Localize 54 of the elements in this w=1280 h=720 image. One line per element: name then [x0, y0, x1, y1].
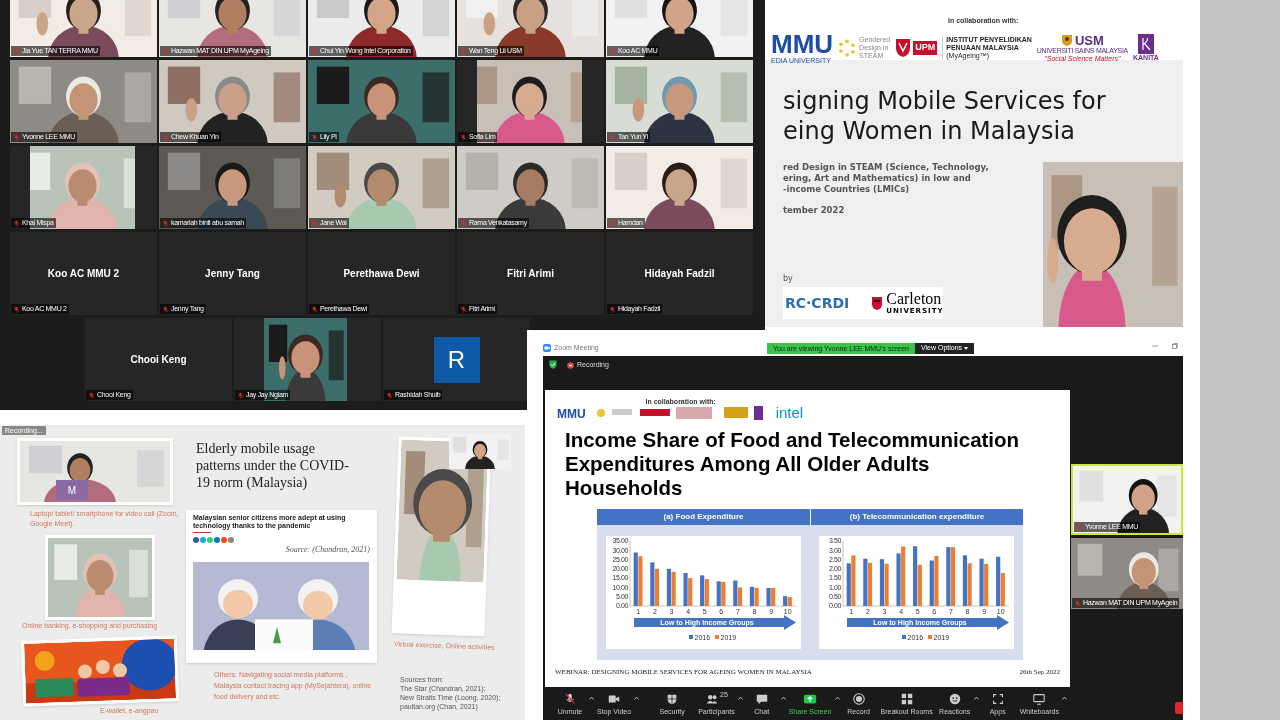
mic-off-icon [563, 691, 577, 706]
logo-text: Carleton [886, 291, 943, 307]
caret-icon[interactable] [589, 696, 594, 700]
slide-title: eing Women in Malaysia [783, 116, 1076, 146]
slide-subtitle: ering, Art and Mathematics) in low and [783, 173, 972, 184]
logo-text: MMU [557, 408, 586, 420]
caret-icon[interactable] [634, 696, 640, 700]
apps-icon [990, 691, 1005, 706]
participant-display-name: Fitri Arimi [507, 267, 554, 281]
avatar: M [56, 480, 88, 500]
by-label: by [783, 273, 794, 285]
logo-icon [838, 39, 857, 57]
legend-swatch [928, 635, 932, 639]
caret-icon[interactable] [737, 696, 743, 700]
slide-title: Income Share of Food and Telecommunication Expenditures Among All Older Adults Households [564, 427, 1021, 500]
logo-strip-icon [595, 406, 766, 420]
maximize-icon[interactable] [1172, 343, 1178, 349]
camera-logo-icon [543, 344, 551, 352]
slide-subtitle: -income Countries (LMICs) [783, 184, 911, 195]
logo-icon [1137, 34, 1154, 54]
panel-header: (a) Food Expenditure [662, 511, 745, 523]
logo-text: UPM [913, 41, 938, 55]
grid-icon [899, 691, 914, 706]
legend-swatch [715, 635, 719, 639]
caret-icon[interactable] [780, 696, 786, 700]
caret-icon [964, 347, 969, 350]
logo-text: MMU [771, 31, 834, 57]
caret-icon[interactable] [1061, 696, 1067, 700]
logo-text: RC·CRDI [785, 293, 851, 313]
crest-icon [1060, 33, 1073, 47]
panel-header: (b) Telecommunication expenditure [810, 509, 1023, 525]
slide-title: signing Mobile Services for [783, 86, 1107, 116]
record-dot-icon [567, 361, 574, 369]
avatar: R [433, 336, 480, 383]
participant-display-name: Jenny Tang [205, 267, 260, 281]
participant-display-name: Perethawa Dewi [343, 267, 420, 281]
participant-display-name: Koo AC MMU 2 [47, 267, 120, 281]
participant-display-name: Chooi Keng [130, 353, 187, 367]
participant-display-name: Hidayah Fadzil [644, 267, 715, 281]
logo-text: USM [1074, 33, 1104, 47]
whiteboard-icon [1032, 691, 1047, 706]
slide-date: tember 2022 [783, 204, 846, 217]
slide-subtitle: red Design in STEAM (Science, Technology, [783, 162, 990, 173]
caret-icon[interactable] [834, 696, 840, 700]
logo-text: intel [775, 405, 804, 420]
record-icon [851, 691, 866, 706]
legend-swatch [689, 635, 693, 639]
shield-check-icon[interactable] [549, 360, 557, 369]
legend-swatch [902, 635, 906, 639]
source-note: Source: (Chandran, 2021) [285, 544, 370, 556]
crest-icon [871, 295, 884, 311]
slide-title: Elderly mobile usage patterns under the COVID-19 norm (Malaysia) [196, 440, 350, 491]
smiley-icon [947, 691, 962, 706]
caret-icon[interactable] [973, 696, 979, 700]
